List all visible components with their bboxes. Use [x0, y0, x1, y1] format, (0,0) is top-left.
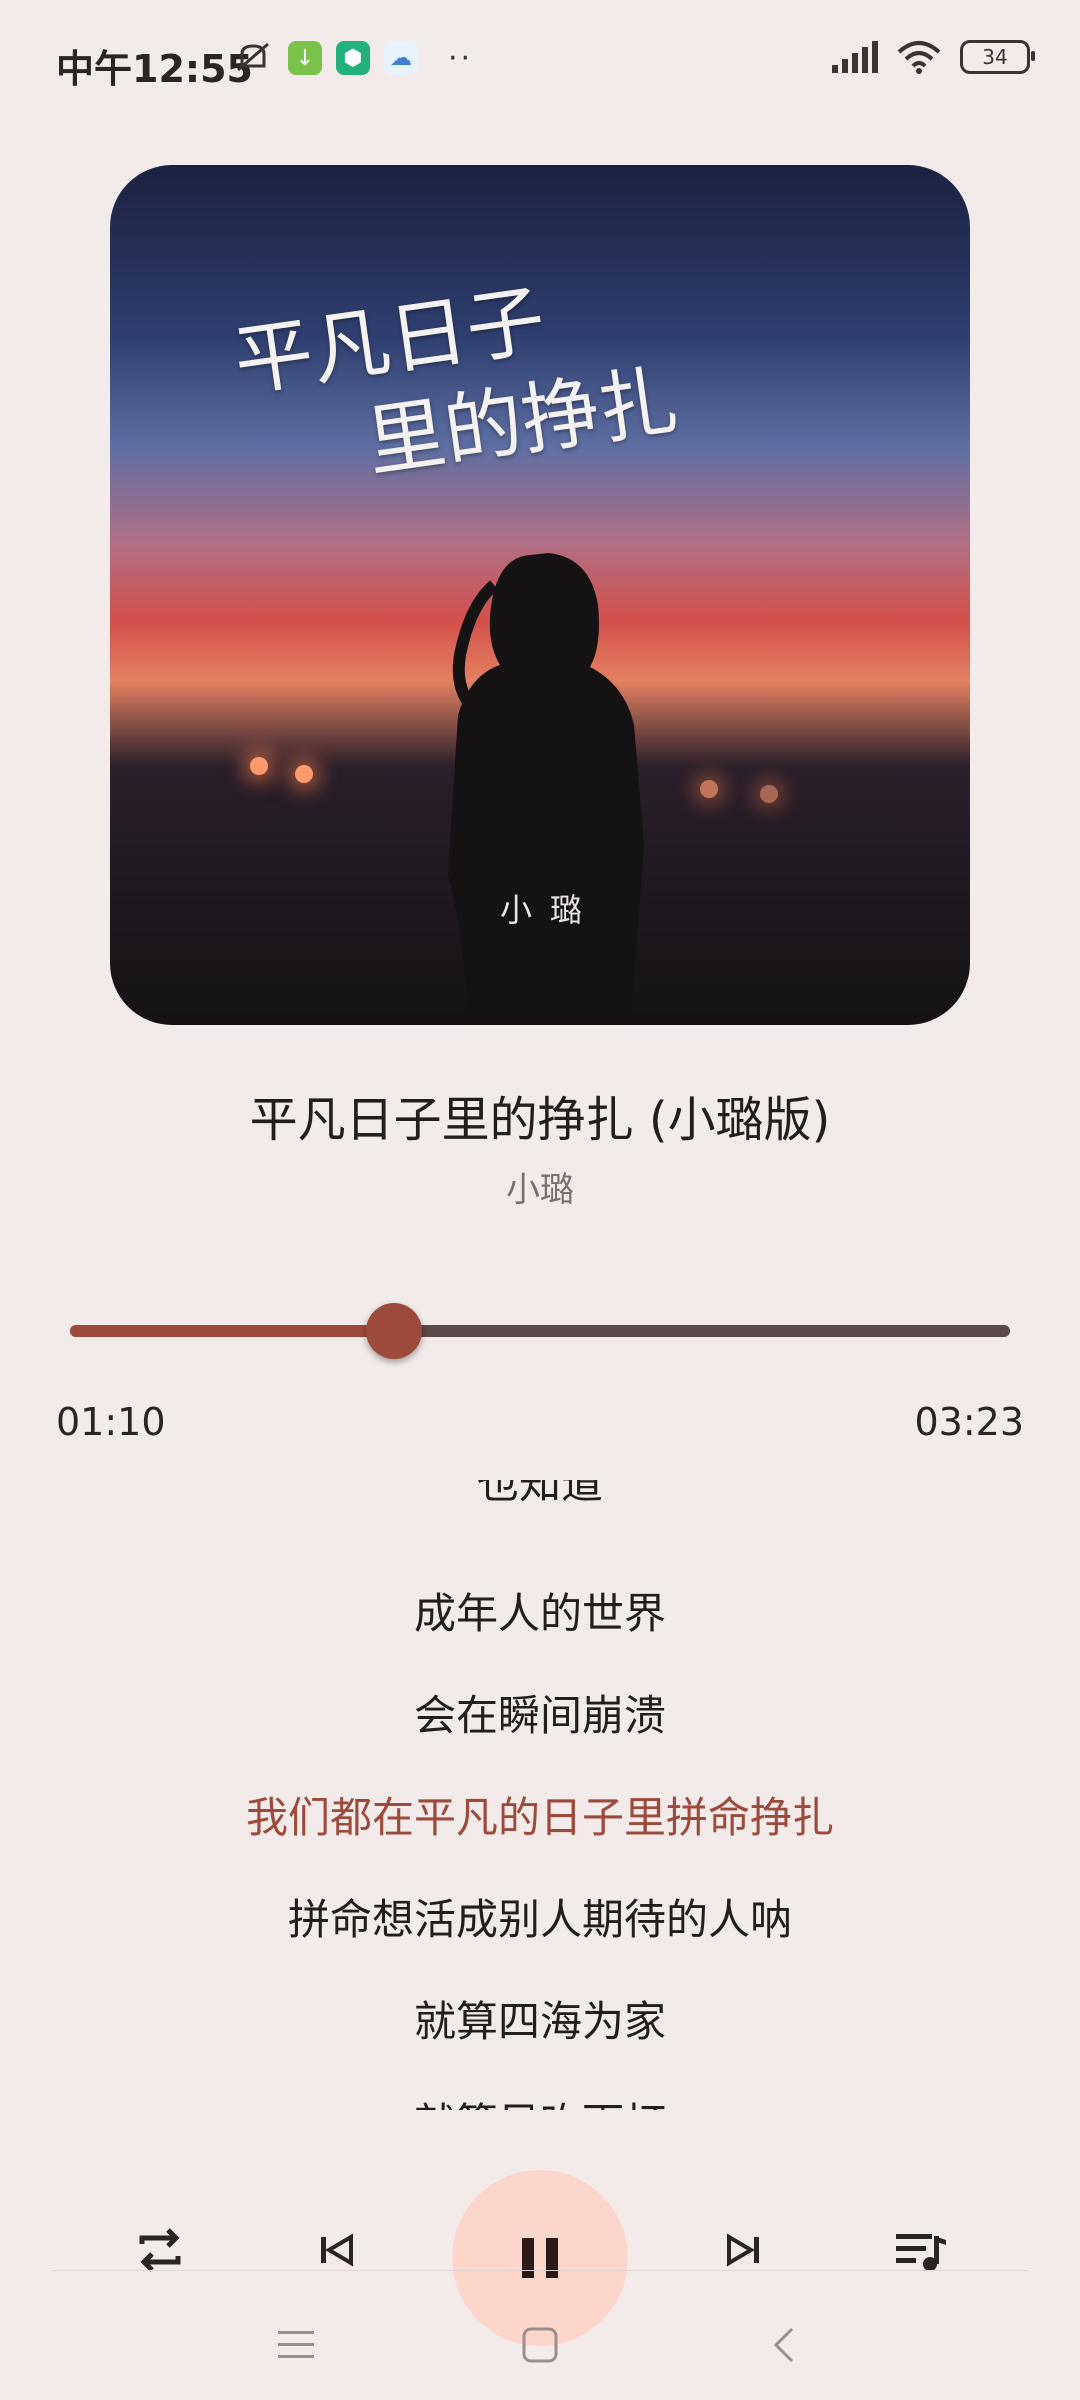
- lyric-line: 成年人的世界: [413, 1589, 666, 1638]
- home-button[interactable]: [510, 2315, 570, 2375]
- status-right-icons: 34: [830, 40, 1035, 74]
- light-glow: [760, 785, 778, 803]
- back-icon: [773, 2327, 794, 2363]
- cloud-app-icon: ☁: [384, 41, 418, 75]
- pause-icon: [522, 2238, 558, 2278]
- status-bar: 中午12:55 ↓ ⬢ ☁ ·· 34: [0, 0, 1080, 125]
- divider: [52, 2270, 1028, 2271]
- repeat-icon: [139, 2228, 181, 2272]
- progress-thumb[interactable]: [366, 1303, 423, 1359]
- silhouette-figure: [448, 553, 644, 1025]
- lyric-line: 拼命想活成别人期待的人呐: [287, 1895, 792, 1944]
- download-app-icon: ↓: [288, 41, 322, 75]
- current-time: 01:10: [56, 1400, 166, 1444]
- lyric-line: 就算风吹雨打: [0, 2090, 1080, 2110]
- menu-icon: [278, 2331, 314, 2358]
- previous-button[interactable]: [286, 2200, 386, 2300]
- next-button[interactable]: [694, 2200, 794, 2300]
- lyric-line: 会在瞬间崩溃: [413, 1691, 666, 1740]
- song-title: 平凡日子里的挣扎 (小璐版): [249, 1092, 831, 1148]
- song-artist[interactable]: 小璐: [0, 1162, 1080, 1211]
- album-art-artist: 小璐: [500, 891, 601, 929]
- progress-slider[interactable]: [70, 1303, 1010, 1359]
- mute-icon: [237, 42, 269, 72]
- progress-fill: [70, 1325, 395, 1337]
- battery-level: 34: [982, 45, 1008, 69]
- light-glow: [250, 757, 268, 775]
- album-art-title: 平凡日子 里的挣扎: [229, 256, 684, 509]
- shield-app-icon: ⬢: [336, 41, 370, 75]
- light-glow: [700, 780, 718, 798]
- repeat-button[interactable]: [110, 2200, 210, 2300]
- home-icon: [522, 2327, 558, 2363]
- album-art: 平凡日子 里的挣扎 小璐: [110, 165, 970, 1025]
- back-button[interactable]: [754, 2315, 814, 2375]
- signal-icon: [832, 41, 878, 73]
- total-time: 03:23: [914, 1400, 1024, 1444]
- light-glow: [295, 765, 313, 783]
- more-icon: ··: [448, 40, 474, 76]
- lyric-line: 也知道: [476, 1480, 603, 1508]
- system-nav-bar: [0, 2290, 1080, 2400]
- status-left-icons: ↓ ⬢ ☁ ··: [232, 40, 473, 76]
- previous-icon: [321, 2233, 353, 2267]
- lyric-line: 就算四海为家: [413, 1997, 666, 2046]
- playlist-button[interactable]: [870, 2200, 970, 2300]
- lyric-line-active: 我们都在平凡的日子里拼命挣扎: [245, 1793, 834, 1842]
- wifi-icon: [897, 41, 941, 74]
- status-time: 中午12:55: [56, 47, 253, 91]
- lyrics-panel[interactable]: 也知道 成年人的世界 会在瞬间崩溃 我们都在平凡的日子里拼命挣扎 拼命想活成别人…: [0, 1480, 1080, 2110]
- playlist-icon: [896, 2234, 946, 2271]
- battery-icon: 34: [960, 40, 1035, 74]
- menu-button[interactable]: [266, 2315, 326, 2375]
- next-icon: [727, 2233, 759, 2267]
